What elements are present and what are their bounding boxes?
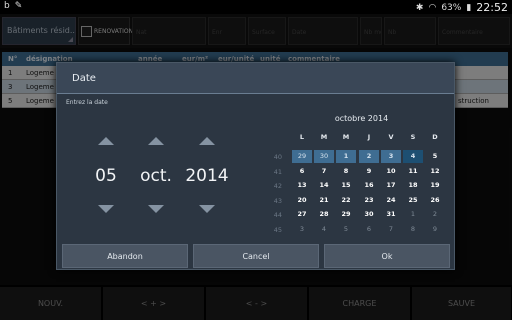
calendar-day[interactable]: 28	[314, 208, 334, 221]
calendar-day[interactable]: 6	[292, 165, 312, 178]
weekday-label: L	[299, 133, 305, 141]
calendar-day[interactable]: 30	[314, 150, 334, 163]
calendar-day[interactable]: 3	[381, 150, 401, 163]
year-value[interactable]: 2014	[177, 166, 237, 186]
calendar-day[interactable]: 18	[403, 179, 423, 192]
dialog-subtitle: Entrez la date	[66, 99, 108, 106]
day-up-arrow-icon[interactable]	[98, 137, 114, 145]
week-number: 41	[273, 167, 282, 176]
abandon-button[interactable]: Abandon	[62, 244, 188, 268]
calendar-day[interactable]: 5	[336, 223, 356, 236]
calendar-day[interactable]: 21	[314, 194, 334, 207]
status-bar: b ✎ ✱ ◠ 63% ▮ 22:52	[0, 0, 512, 14]
calendar-day[interactable]: 1	[336, 150, 356, 163]
calendar-day[interactable]: 23	[359, 194, 379, 207]
calendar-day[interactable]: 20	[292, 194, 312, 207]
calendar-day[interactable]: 1	[403, 208, 423, 221]
calendar-day[interactable]: 31	[381, 208, 401, 221]
calendar-day[interactable]: 6	[359, 223, 379, 236]
weekday-label: M	[320, 133, 328, 141]
calendar-day[interactable]: 14	[314, 179, 334, 192]
battery-icon: ▮	[466, 2, 472, 13]
calendar-month-title: octobre 2014	[334, 114, 389, 123]
calendar-day[interactable]: 8	[403, 223, 423, 236]
day-down-arrow-icon[interactable]	[98, 205, 114, 213]
calendar-day[interactable]: 7	[381, 223, 401, 236]
calendar-day[interactable]: 8	[336, 165, 356, 178]
ok-button[interactable]: Ok	[324, 244, 450, 268]
date-spinner: 05 oct. 2014	[65, 111, 265, 241]
calendar-day[interactable]: 2	[425, 208, 445, 221]
week-number: 45	[273, 226, 282, 234]
calendar-day[interactable]: 27	[292, 208, 312, 221]
b-notification-icon: b	[4, 1, 10, 11]
calendar-day[interactable]: 2	[359, 150, 379, 163]
calendar-day[interactable]: 9	[359, 165, 379, 178]
calendar-day[interactable]: 16	[359, 179, 379, 192]
week-number: 44	[273, 211, 282, 220]
wifi-icon: ◠	[428, 2, 437, 13]
month-up-arrow-icon[interactable]	[148, 137, 164, 145]
week-number: 40	[273, 153, 282, 161]
calendar-day[interactable]: 24	[381, 194, 401, 207]
date-dialog: Date Entrez la date 05 oct. 2014 octobre…	[56, 62, 455, 270]
cancel-button[interactable]: Cancel	[193, 244, 319, 268]
calendar-day[interactable]: 7	[314, 165, 334, 178]
calendar-day[interactable]: 9	[425, 223, 445, 236]
year-up-arrow-icon[interactable]	[199, 137, 215, 145]
calendar-day[interactable]: 12	[425, 165, 445, 178]
calendar-day[interactable]: 29	[336, 208, 356, 221]
month-down-arrow-icon[interactable]	[148, 205, 164, 213]
week-number: 42	[273, 182, 282, 191]
calendar-day[interactable]: 15	[336, 179, 356, 192]
weekday-label: S	[410, 133, 416, 141]
calendar-day[interactable]: 30	[359, 208, 379, 221]
calendar-day[interactable]: 19	[425, 179, 445, 192]
weekday-label: M	[342, 133, 350, 141]
calendar-day[interactable]: 5	[425, 150, 445, 163]
screen: b ✎ ✱ ◠ 63% ▮ 22:52 Bâtiments résid... R…	[0, 0, 512, 320]
calendar-day[interactable]: 4	[403, 150, 423, 163]
calendar-day[interactable]: 25	[403, 194, 423, 207]
calendar-day[interactable]: 17	[381, 179, 401, 192]
calendar: octobre 2014 L M M J V S D 40 29 30 1 2 3 4 5 41…	[268, 111, 455, 243]
battery-level: 63%	[441, 2, 462, 13]
calendar-day[interactable]: 4	[314, 223, 334, 236]
calendar-day[interactable]: 10	[381, 165, 401, 178]
calendar-day[interactable]: 3	[292, 223, 312, 236]
calendar-day[interactable]: 13	[292, 179, 312, 192]
calendar-day[interactable]: 29	[292, 150, 312, 163]
calendar-day[interactable]: 11	[403, 165, 423, 178]
bluetooth-icon: ✱	[415, 2, 424, 13]
weekday-label: J	[367, 133, 371, 141]
clock: 22:52	[476, 1, 508, 14]
calendar-day[interactable]: 26	[425, 194, 445, 207]
week-number: 43	[273, 196, 282, 205]
weekday-label: V	[388, 133, 394, 141]
year-down-arrow-icon[interactable]	[199, 205, 215, 213]
dialog-title: Date	[57, 63, 454, 94]
weekday-label: D	[432, 133, 438, 141]
calendar-day[interactable]: 22	[336, 194, 356, 207]
pen-icon: ✎	[14, 1, 23, 11]
